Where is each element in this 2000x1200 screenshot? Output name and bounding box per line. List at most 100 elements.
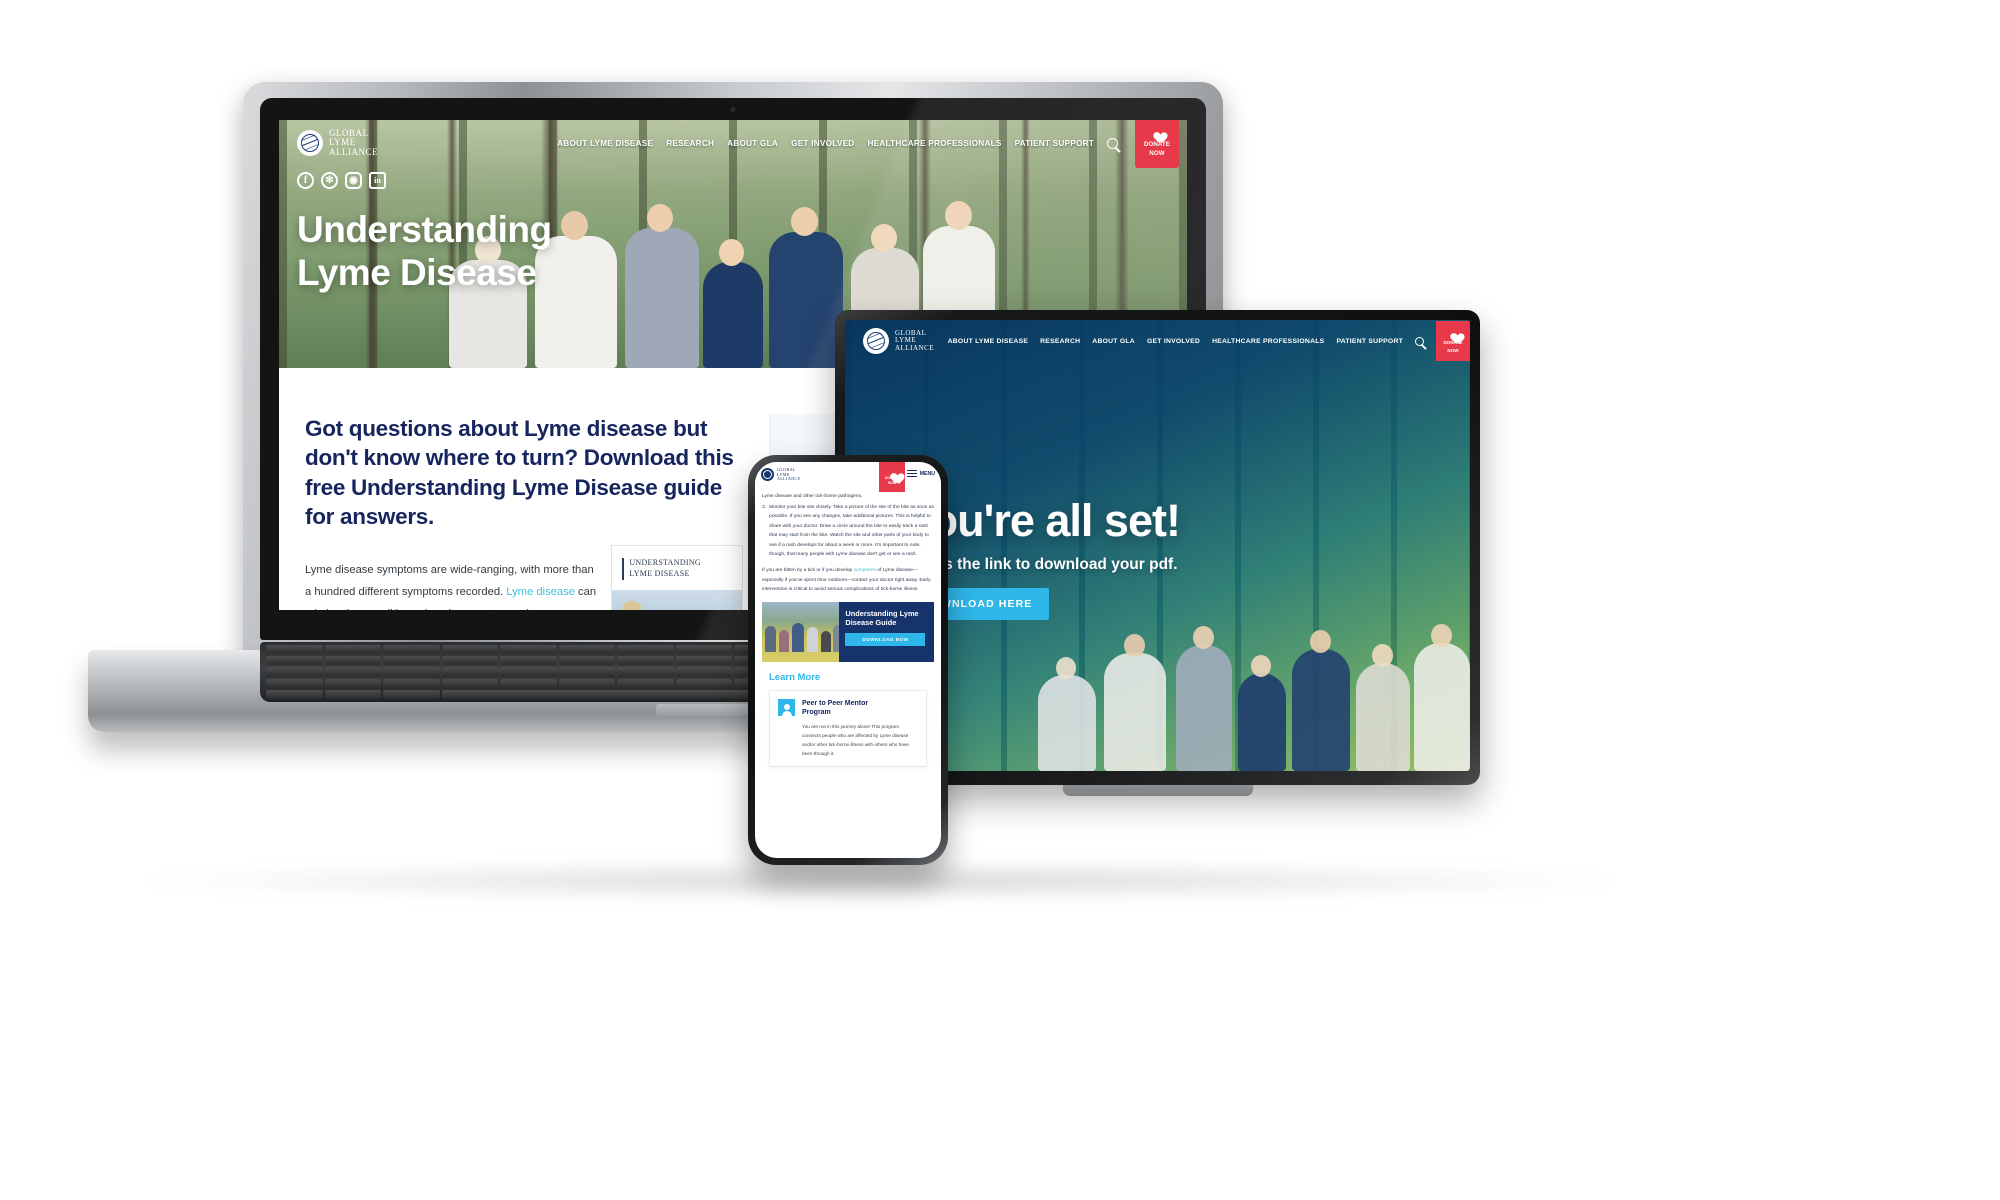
person-head — [871, 224, 897, 252]
promo-title-line-1: Understanding Lyme — [845, 608, 919, 618]
promo-photo — [762, 601, 840, 662]
scene-shadow — [120, 860, 1640, 902]
person-figure — [1414, 643, 1470, 771]
key — [675, 678, 732, 688]
key — [558, 678, 615, 688]
donate-now-button[interactable]: DONATE NOW — [879, 462, 905, 492]
person-head — [1372, 644, 1393, 667]
mentor-program-card[interactable]: Peer to Peer Mentor Program You are not … — [769, 689, 927, 768]
key — [324, 667, 381, 677]
key — [266, 656, 323, 666]
phone-screen: GLOBAL LYME ALLIANCE DONATE NOW MENU Lym… — [755, 462, 941, 858]
key — [383, 667, 440, 677]
linkedin-icon[interactable]: in — [369, 172, 386, 189]
gla-logo[interactable]: GLOBAL LYME ALLIANCE — [761, 467, 801, 482]
list-item-number: 3. — [762, 504, 767, 510]
mentor-title-line-1: Peer to Peer Mentor — [802, 699, 869, 707]
person-figure — [792, 622, 804, 652]
gla-globe-icon — [761, 468, 774, 482]
gla-logo-text: GLOBAL LYME ALLIANCE — [329, 129, 378, 157]
person-head — [719, 239, 744, 266]
article-paragraph: If you are bitten by a tick or if you de… — [762, 566, 934, 595]
person-icon — [778, 698, 795, 717]
nav-item-research[interactable]: RESEARCH — [666, 139, 714, 148]
key — [441, 645, 498, 655]
nav-item-about-gla[interactable]: ABOUT GLA — [1092, 338, 1135, 345]
logo-line-3: ALLIANCE — [777, 476, 801, 482]
person-figure — [1104, 653, 1166, 771]
list-item-text: Monitor your bite site closely. Take a p… — [769, 504, 934, 558]
person-figure — [779, 629, 789, 652]
key — [441, 667, 498, 677]
nav-item-patient-support[interactable]: PATIENT SUPPORT — [1336, 338, 1403, 345]
nav-item-healthcare-professionals[interactable]: HEALTHCARE PROFESSIONALS — [867, 139, 1001, 148]
person-head — [1124, 634, 1145, 657]
donate-label-1: DONATE — [1143, 142, 1171, 149]
search-icon[interactable] — [1107, 137, 1118, 149]
logo-line-3: ALLIANCE — [895, 343, 934, 352]
guide-promo-card[interactable]: Understanding Lyme Disease Guide DOWNLOA… — [762, 601, 934, 662]
mentor-card-content: Peer to Peer Mentor Program You are not … — [802, 699, 918, 759]
person-head — [647, 204, 673, 232]
guide-cover-thumbnail[interactable]: UNDERSTANDING LYME DISEASE — [611, 545, 744, 610]
key — [441, 656, 498, 666]
gla-logo[interactable]: GLOBAL LYME ALLIANCE — [297, 129, 378, 157]
promo-title-line-2: Disease Guide — [845, 617, 897, 627]
content-with-cover: Lyme disease symptoms are wide-ranging, … — [305, 545, 744, 610]
key — [383, 689, 440, 699]
nav-item-about-lyme-disease[interactable]: ABOUT LYME DISEASE — [948, 338, 1029, 345]
nav-item-about-gla[interactable]: ABOUT GLA — [727, 139, 778, 148]
hero-title: Understanding Lyme Disease — [297, 208, 552, 295]
instagram-icon[interactable]: ◉ — [345, 172, 362, 189]
donate-now-button[interactable]: DONATE NOW — [1135, 120, 1179, 168]
symptoms-link[interactable]: symptoms — [854, 568, 876, 573]
person-head — [1251, 655, 1271, 677]
person-figure — [765, 625, 776, 652]
donate-now-button[interactable]: DONATE NOW — [1436, 321, 1470, 361]
nav-item-get-involved[interactable]: GET INVOLVED — [1147, 338, 1200, 345]
nav-item-patient-support[interactable]: PATIENT SUPPORT — [1015, 139, 1094, 148]
search-icon[interactable] — [1415, 336, 1424, 346]
key — [324, 645, 381, 655]
key — [500, 678, 557, 688]
promo-title: Understanding Lyme Disease Guide — [845, 609, 928, 627]
key — [558, 667, 615, 677]
person-figure — [769, 232, 843, 368]
download-now-button[interactable]: DOWNLOAD NOW — [845, 632, 926, 646]
person-figure — [1238, 673, 1286, 771]
donate-label-2: NOW — [1149, 151, 1165, 157]
nav-item-about-lyme-disease[interactable]: ABOUT LYME DISEASE — [557, 139, 653, 148]
logo-line-3: ALLIANCE — [329, 146, 378, 157]
paragraph-part-a: If you are bitten by a tick or if you de… — [762, 567, 854, 573]
person-head — [945, 201, 972, 230]
key — [617, 667, 674, 677]
key — [500, 656, 557, 666]
person-figure — [703, 262, 763, 368]
mockup-scene: GLOBAL LYME ALLIANCE ABOUT LYME DISEASE … — [0, 0, 2000, 1200]
nav-item-healthcare-professionals[interactable]: HEALTHCARE PROFESSIONALS — [1212, 338, 1324, 345]
guide-cover-title-line-1: UNDERSTANDING — [629, 558, 702, 567]
mentor-title-line-2: Program — [802, 708, 831, 716]
heart-icon — [1448, 329, 1458, 338]
monitor-site-header: GLOBAL LYME ALLIANCE ABOUT LYME DISEASE … — [845, 320, 1470, 362]
menu-button[interactable]: MENU — [906, 470, 935, 477]
person-figure — [1356, 663, 1410, 771]
twitter-icon[interactable]: ✻ — [321, 172, 338, 189]
mentor-card-body: You are not in this journey alone! This … — [802, 723, 909, 757]
nav-item-research[interactable]: RESEARCH — [1040, 338, 1080, 345]
key — [675, 656, 732, 666]
nav-item-get-involved[interactable]: GET INVOLVED — [791, 139, 854, 148]
lyme-disease-link[interactable]: Lyme disease — [506, 586, 575, 598]
article-text-above: Lyme disease and other tick-borne pathog… — [762, 494, 863, 499]
person-head — [1056, 657, 1076, 679]
person-figure — [1038, 675, 1096, 771]
facebook-icon[interactable]: f — [297, 172, 314, 189]
webcam-icon — [730, 107, 736, 112]
gla-logo[interactable]: GLOBAL LYME ALLIANCE — [863, 328, 934, 354]
learn-more-heading: Learn More — [769, 671, 821, 683]
gla-logo-text: GLOBAL LYME ALLIANCE — [777, 467, 801, 482]
key — [383, 656, 440, 666]
key — [441, 678, 498, 688]
key — [500, 645, 557, 655]
key — [500, 667, 557, 677]
